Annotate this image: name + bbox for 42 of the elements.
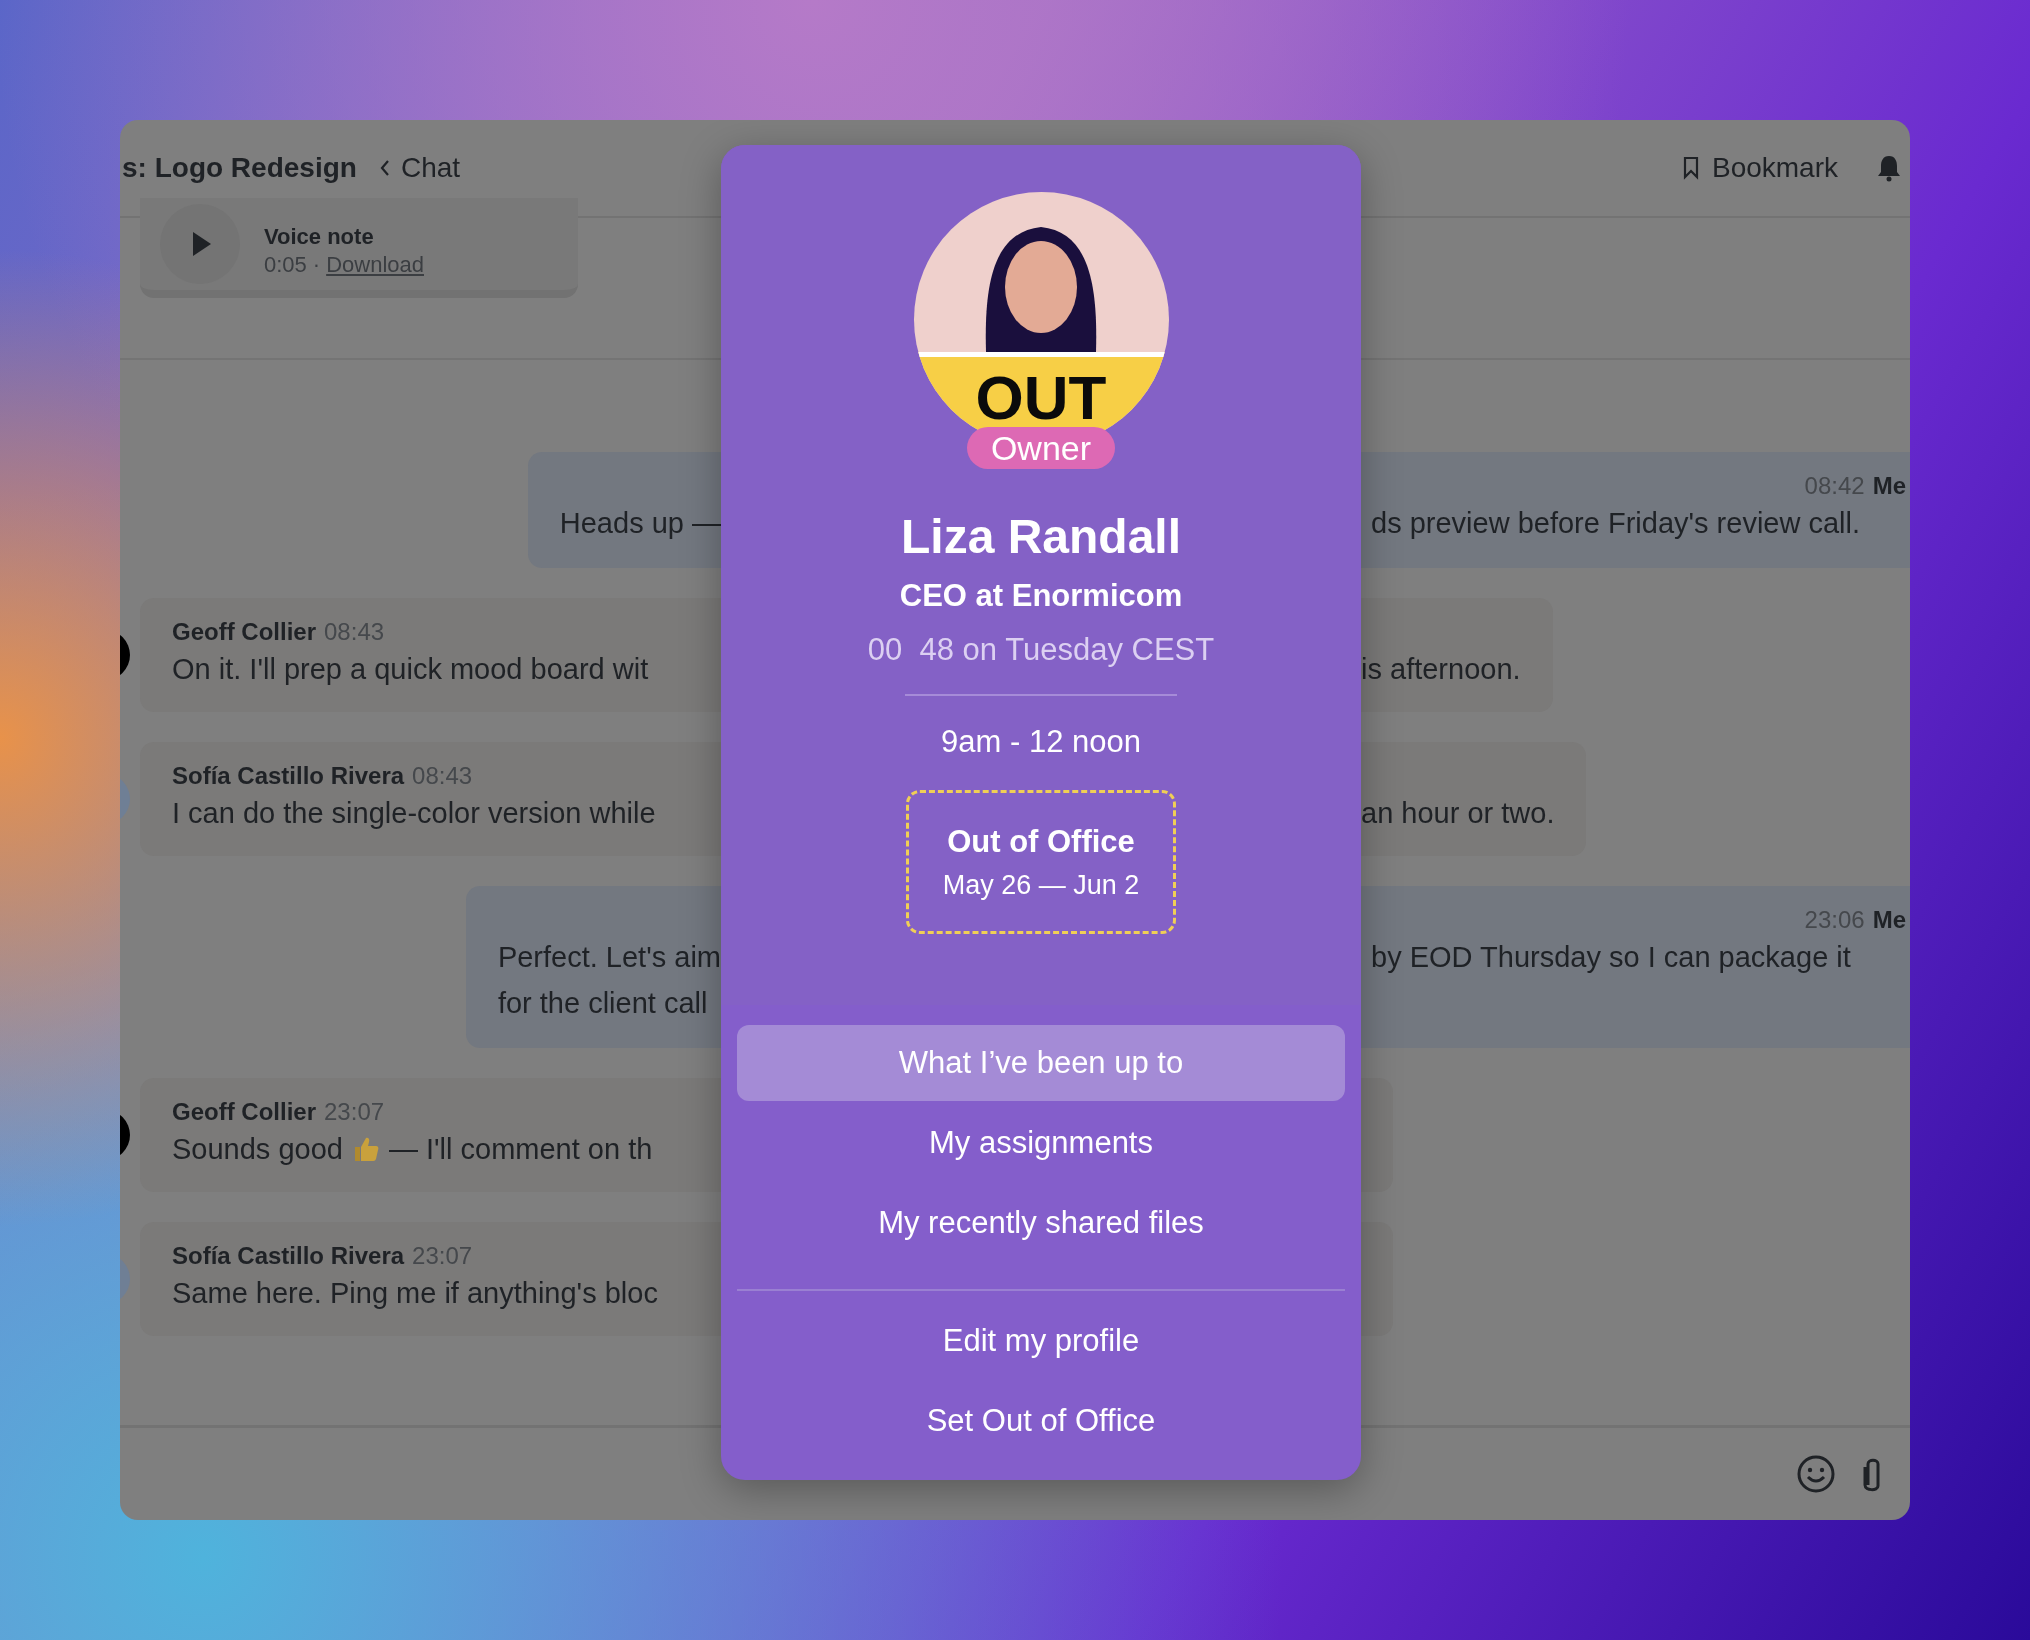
- author-name: Geoff Collier: [172, 1098, 316, 1126]
- message-text: I can do the single-color version while: [172, 796, 656, 831]
- play-button[interactable]: [160, 204, 240, 284]
- profile-name: Liza Randall: [900, 509, 1182, 564]
- message-text: is afternoon.: [1361, 652, 1521, 687]
- separator-dot: ·: [312, 252, 321, 278]
- message-text: Sounds good: [172, 1132, 343, 1167]
- menu-item[interactable]: Edit my profile: [737, 1303, 1345, 1379]
- message-text: an hour or two.: [1361, 796, 1555, 831]
- author-name: Sofía Castillo Rivera: [172, 1242, 405, 1270]
- download-link[interactable]: Download: [326, 252, 424, 278]
- emoji-icon[interactable]: [1796, 1454, 1836, 1494]
- message-text: — I'll comment on th: [388, 1132, 653, 1167]
- author-name: Geoff Collier: [172, 618, 316, 646]
- message-text: On it. I'll prep a quick mood board wit: [172, 652, 649, 687]
- message-text: Perfect. Let's aim: [497, 940, 721, 975]
- job-title: CEO at Enormicom: [899, 578, 1183, 614]
- voice-note-title: Voice note: [264, 224, 375, 250]
- working-hours: 9am - 12 noon: [941, 724, 1141, 760]
- local-time: 00 48 on Tuesday CEST: [867, 632, 1215, 668]
- author-name: Me: [1872, 906, 1906, 934]
- message-text: Heads up —: [559, 506, 721, 541]
- message-text: ds preview before Friday's review call.: [1371, 506, 1862, 541]
- chevron-left-icon: [378, 158, 391, 178]
- out-of-office-title: Out of Office: [947, 823, 1135, 860]
- bookmark-icon: [1681, 156, 1700, 180]
- menu-item[interactable]: What I’ve been up to: [737, 1025, 1345, 1101]
- role-badge: Owner: [966, 427, 1116, 469]
- duration-text: 0:05: [264, 252, 307, 278]
- author-name: Me: [1872, 472, 1906, 500]
- bell-icon[interactable]: [1876, 154, 1902, 182]
- channel-title: s: Logo Redesign: [122, 152, 357, 184]
- menu-item[interactable]: My assignments: [737, 1105, 1345, 1181]
- menu-item[interactable]: My recently shared files: [737, 1185, 1345, 1261]
- chat-link[interactable]: Chat: [400, 152, 461, 184]
- message-text: for the client call: [497, 986, 709, 1021]
- bookmark-button[interactable]: Bookmark: [1681, 152, 1838, 184]
- menu-item[interactable]: Set Out of Office: [737, 1383, 1345, 1459]
- message-text: Same here. Ping me if anything's bloc: [172, 1276, 658, 1311]
- author-name: Sofía Castillo Rivera: [172, 762, 405, 790]
- out-of-office-dates: May 26 — Jun 2: [942, 869, 1140, 901]
- message-text: by EOD Thursday so I can package it: [1371, 940, 1852, 975]
